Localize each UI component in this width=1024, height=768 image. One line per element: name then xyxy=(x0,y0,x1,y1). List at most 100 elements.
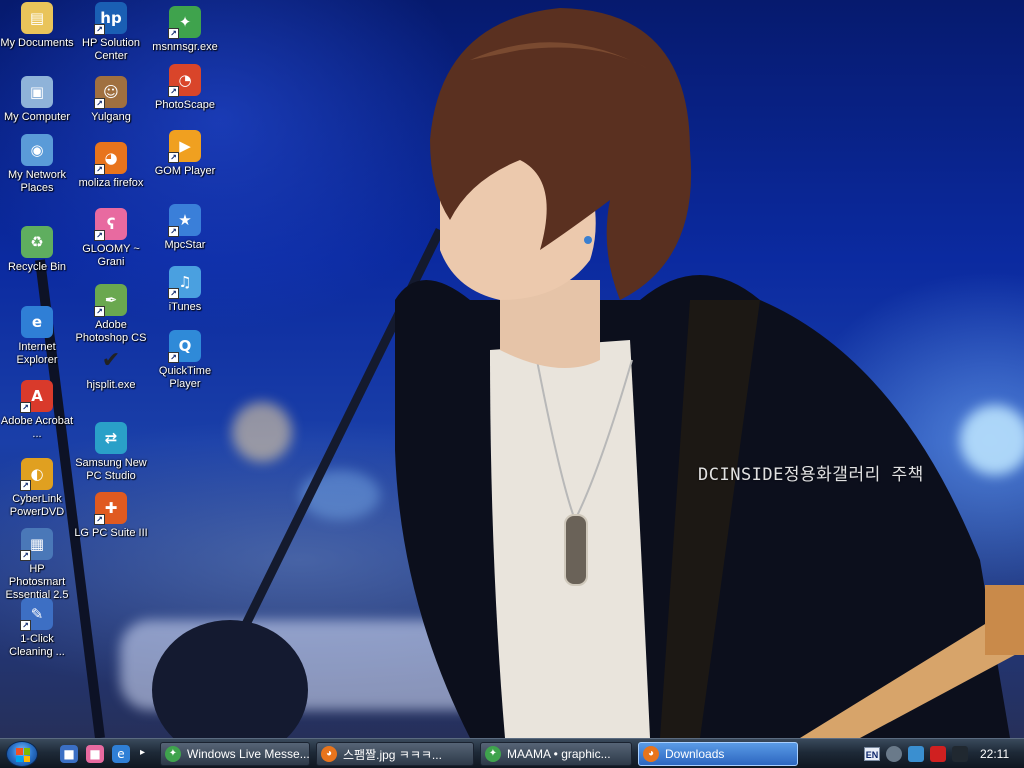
shortcut-arrow-icon: ↗ xyxy=(168,226,179,237)
desktop-shortcut[interactable]: A ↗ Adobe Acrobat ... xyxy=(0,380,74,441)
task-windows-live-messenger[interactable]: ✦ Windows Live Messe... xyxy=(160,742,310,766)
gloomy-bear-icon[interactable]: ■ xyxy=(86,745,104,763)
desktop-shortcut[interactable]: ♫ ↗ iTunes xyxy=(148,266,222,314)
desktop-shortcut-label: LG PC Suite III xyxy=(74,527,148,539)
windows-orb-icon xyxy=(16,748,30,762)
desktop-shortcut-label: moliza firefox xyxy=(78,177,144,189)
desktop-shortcut[interactable]: e Internet Explorer xyxy=(0,306,74,367)
shortcut-arrow-icon: ↗ xyxy=(20,480,31,491)
desktop-shortcut-label: CyberLink PowerDVD xyxy=(9,493,65,518)
volume-dial-icon[interactable] xyxy=(886,746,902,762)
internet-explorer-icon[interactable]: e xyxy=(112,745,130,763)
desktop-shortcut[interactable]: ◔ ↗ PhotoScape xyxy=(148,64,222,112)
system-tray: EN 22:11 xyxy=(860,739,1024,768)
desktop-shortcut-label: Internet Explorer xyxy=(16,341,58,366)
desktop-shortcut[interactable]: ◐ ↗ CyberLink PowerDVD xyxy=(0,458,74,519)
desktop-shortcut[interactable]: ⇄ Samsung New PC Studio xyxy=(74,422,148,483)
shortcut-arrow-icon: ↗ xyxy=(20,620,31,631)
task-downloads[interactable]: ◕ Downloads xyxy=(638,742,798,766)
desktop-shortcut[interactable]: ◕ ↗ moliza firefox xyxy=(74,142,148,190)
desktop-shortcut[interactable]: ▶ ↗ GOM Player xyxy=(148,130,222,178)
desktop-shortcut[interactable]: ▦ ↗ HP Photosmart Essential 2.5 xyxy=(0,528,74,602)
task-maama-chat[interactable]: ✦ MAAMA • graphic... xyxy=(480,742,632,766)
desktop-shortcut-label: QuickTime Player xyxy=(158,365,212,390)
start-button[interactable] xyxy=(6,741,38,767)
checkmark-icon: ✔ xyxy=(101,347,121,373)
desktop-shortcut[interactable]: ◉ My Network Places xyxy=(0,134,74,195)
quick-launch-overflow-icon[interactable]: ▸ xyxy=(140,747,145,758)
samsung-pc-studio-icon: ⇄ xyxy=(95,422,127,454)
shortcut-arrow-icon: ↗ xyxy=(20,402,31,413)
acrobat-icon: A ↗ xyxy=(20,380,53,413)
shortcut-arrow-icon: ↗ xyxy=(94,514,105,525)
powerdvd-icon: ◐ ↗ xyxy=(20,458,53,491)
desktop-shortcut-label: msnmsgr.exe xyxy=(152,41,218,53)
desktop-shortcut-label: My Network Places xyxy=(7,169,67,194)
signal-icon[interactable] xyxy=(952,746,968,762)
task-label: 스팸짤.jpg ㅋㅋㅋ... xyxy=(343,747,442,762)
shortcut-arrow-icon: ↗ xyxy=(20,550,31,561)
network-connection-icon[interactable] xyxy=(908,746,924,762)
shortcut-arrow-icon: ↗ xyxy=(94,230,105,241)
clock[interactable]: 22:11 xyxy=(980,747,1009,761)
firefox-icon: ◕ xyxy=(643,746,659,762)
desktop-shortcut-label: HP Solution Center xyxy=(82,37,140,62)
shortcut-arrow-icon: ↗ xyxy=(94,306,105,317)
shortcut-arrow-icon: ↗ xyxy=(168,152,179,163)
desktop-shortcut-label: Recycle Bin xyxy=(7,261,67,273)
firefox-icon: ◕ xyxy=(321,746,337,762)
computer-icon: ▣ xyxy=(21,76,53,108)
photoscape-icon: ◔ ↗ xyxy=(168,64,201,97)
desktop-shortcut[interactable]: ✔ hjsplit.exe xyxy=(74,344,148,392)
task-label: Downloads xyxy=(665,747,725,761)
desktop-shortcut-label: Adobe Photoshop CS xyxy=(75,319,147,344)
shortcut-arrow-icon: ↗ xyxy=(94,98,105,109)
desktop-shortcut[interactable]: ▣ My Computer xyxy=(0,76,74,124)
taskbar: ■ ■ e ▸ ✦ Windows Live Messe... ◕ 스팸짤.jp… xyxy=(0,738,1024,768)
desktop-shortcut[interactable]: ✦ ↗ msnmsgr.exe xyxy=(148,6,222,54)
wallpaper-watermark: DCINSIDE정용화갤러리 주책 xyxy=(698,465,924,485)
shortcut-arrow-icon: ↗ xyxy=(94,24,105,35)
mpcstar-icon: ★ ↗ xyxy=(168,204,201,237)
desktop-shortcut-label: Samsung New PC Studio xyxy=(75,457,147,482)
quicktime-icon: Q ↗ xyxy=(168,330,201,363)
desktop-shortcut-label: MpcStar xyxy=(164,239,206,251)
desktop-shortcut[interactable]: ✒ ↗ Adobe Photoshop CS xyxy=(74,284,148,345)
desktop-shortcut[interactable]: ★ ↗ MpcStar xyxy=(148,204,222,252)
desktop-shortcut-label: 1-Click Cleaning ... xyxy=(9,633,65,658)
desktop-shortcut[interactable]: ✎ ↗ 1-Click Cleaning ... xyxy=(0,598,74,659)
desktop-shortcut[interactable]: ▤ My Documents xyxy=(0,2,74,50)
desktop-shortcut-label: My Documents xyxy=(0,37,74,49)
desktop-shortcut-label: HP Photosmart Essential 2.5 xyxy=(5,563,69,601)
msn-messenger-icon: ✦ ↗ xyxy=(168,6,201,39)
cleaning-brush-icon: ✎ ↗ xyxy=(20,598,53,631)
recycle-bin-icon: ♻ xyxy=(21,226,53,258)
shortcut-arrow-icon: ↗ xyxy=(168,288,179,299)
desktop-wallpaper[interactable]: DCINSIDE정용화갤러리 주책 ▤ My Documents ▣ My Compu… xyxy=(0,0,1024,738)
desktop-shortcut[interactable]: ʕ ↗ GLOOMY ~ Grani xyxy=(74,208,148,269)
show-desktop-icon[interactable]: ■ xyxy=(60,745,78,763)
lg-pc-suite-icon: ✚ ↗ xyxy=(94,492,127,525)
desktop-shortcut[interactable]: hp ↗ HP Solution Center xyxy=(74,2,148,63)
task-firefox-image[interactable]: ◕ 스팸짤.jpg ㅋㅋㅋ... xyxy=(316,742,474,766)
task-label: Windows Live Messe... xyxy=(187,747,310,761)
msn-messenger-icon: ✦ xyxy=(165,746,181,762)
language-indicator[interactable]: EN xyxy=(864,747,880,761)
desktop-shortcut[interactable]: ☺ ↗ Yulgang xyxy=(74,76,148,124)
avira-umbrella-icon[interactable] xyxy=(930,746,946,762)
desktop-shortcut-label: GLOOMY ~ Grani xyxy=(82,243,140,268)
desktop-shortcut-label: PhotoScape xyxy=(155,99,215,111)
shortcut-arrow-icon: ↗ xyxy=(94,164,105,175)
desktop-shortcut[interactable]: ✚ ↗ LG PC Suite III xyxy=(74,492,148,540)
itunes-icon: ♫ ↗ xyxy=(168,266,201,299)
hp-photosmart-icon: ▦ ↗ xyxy=(20,528,53,561)
desktop-shortcut-label: My Computer xyxy=(3,111,71,123)
folder-document-icon: ▤ xyxy=(21,2,53,34)
desktop-shortcut-label: GOM Player xyxy=(154,165,216,177)
desktop-shortcut[interactable]: ♻ Recycle Bin xyxy=(0,226,74,274)
desktop-shortcut[interactable]: Q ↗ QuickTime Player xyxy=(148,330,222,391)
network-icon: ◉ xyxy=(21,134,53,166)
task-label: MAAMA • graphic... xyxy=(507,747,611,761)
desktop-shortcut-label: hjsplit.exe xyxy=(86,379,136,391)
desktop-shortcut-label: iTunes xyxy=(168,301,202,313)
